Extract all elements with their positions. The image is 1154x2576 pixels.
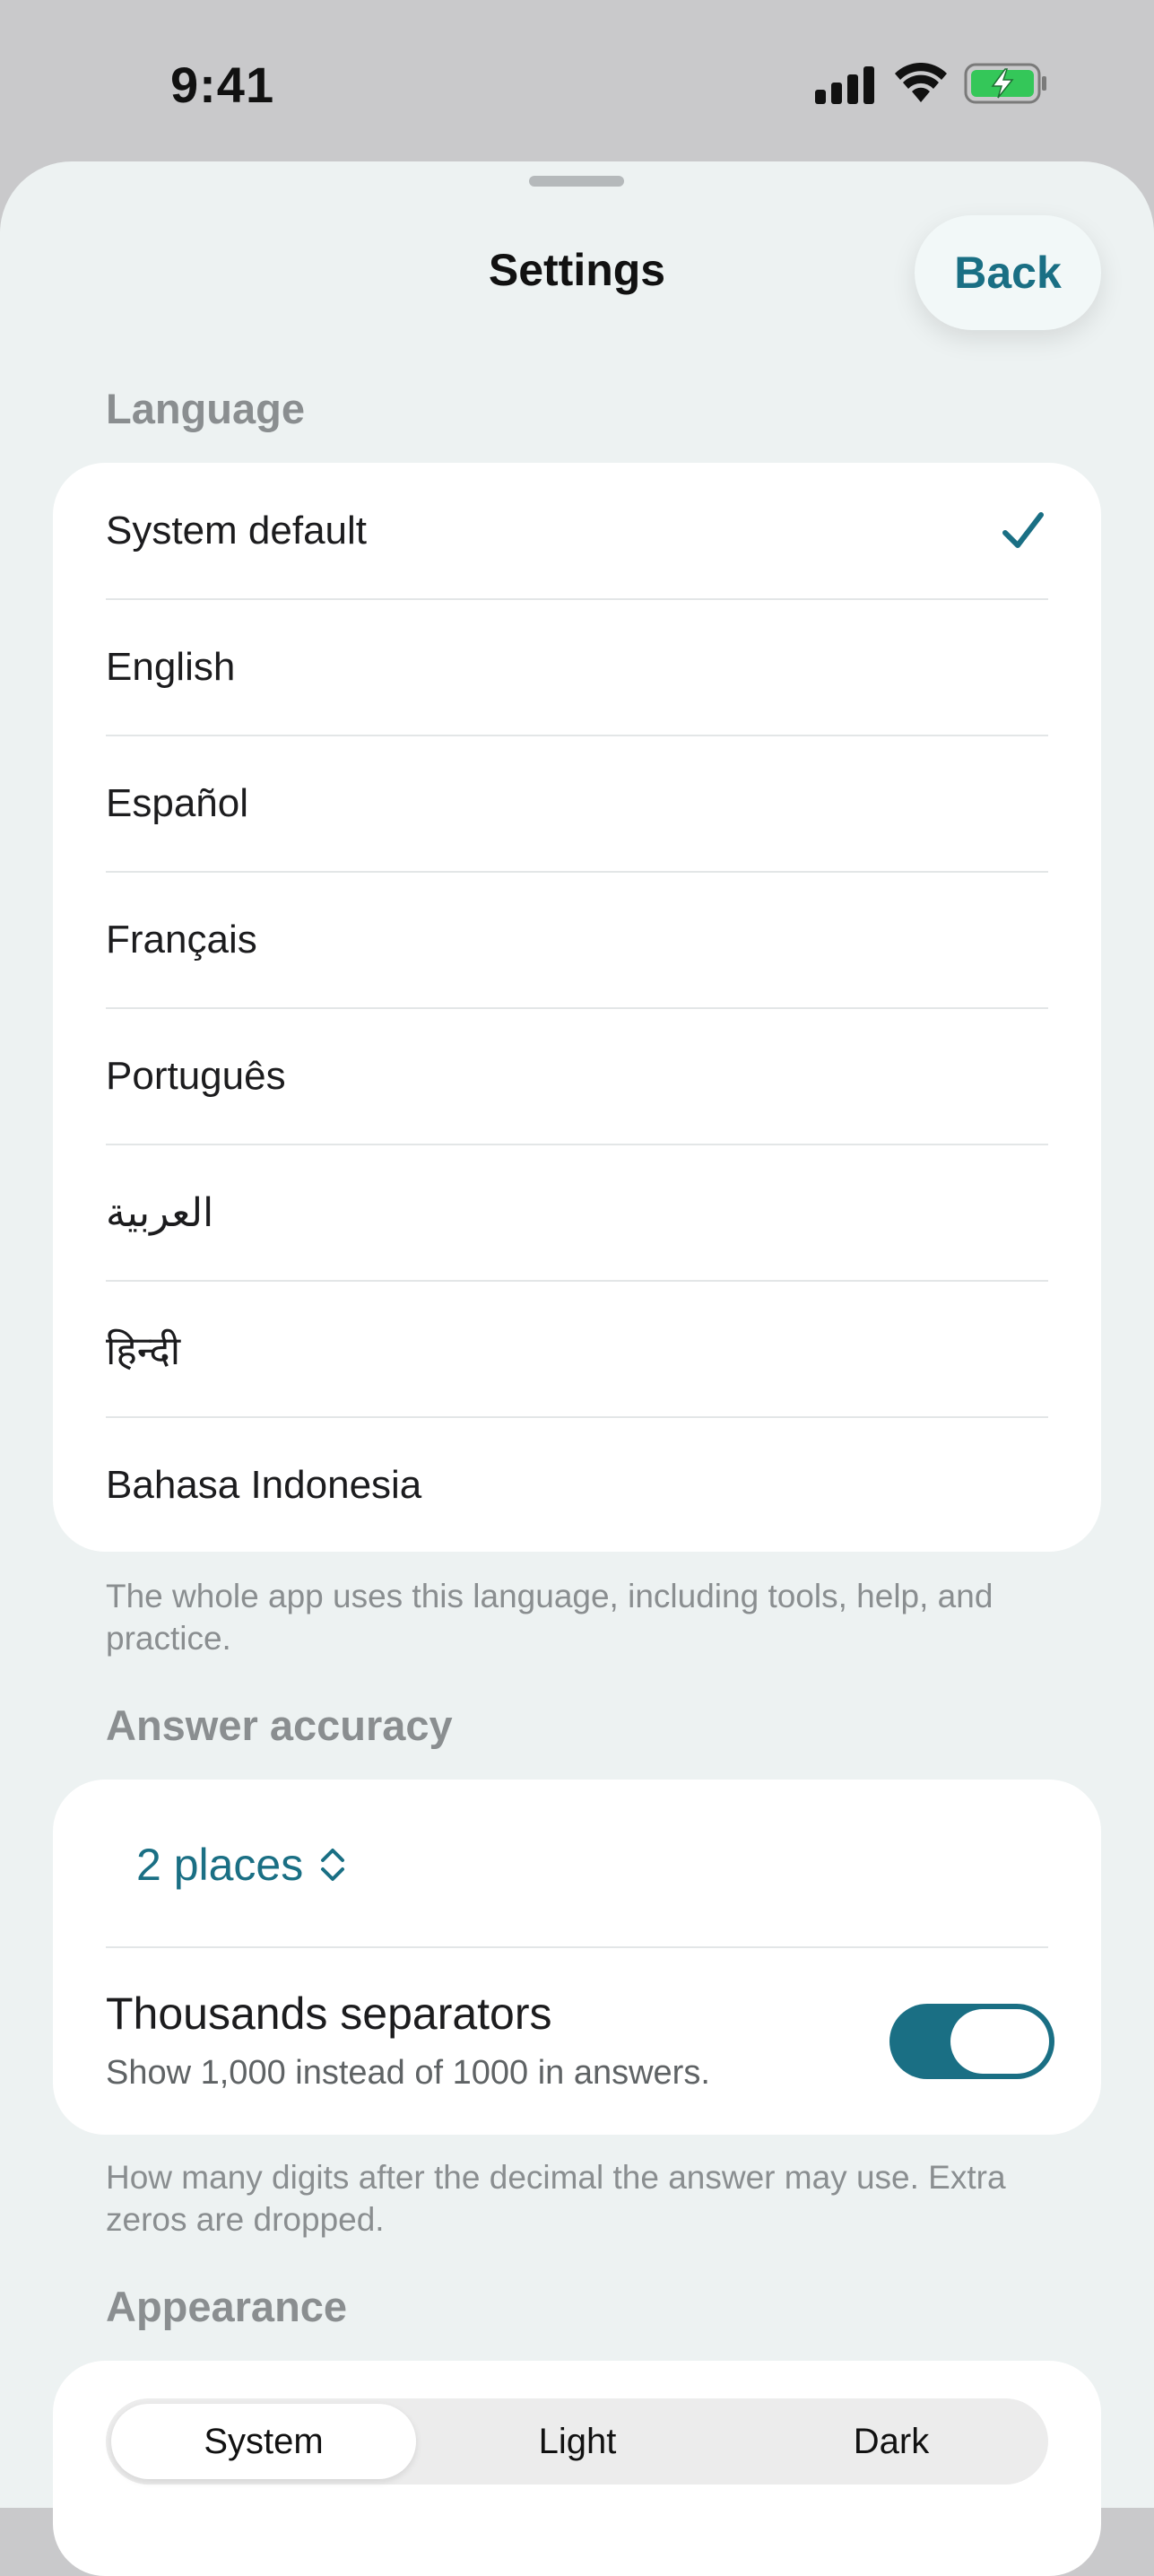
- accuracy-section-heading: Answer accuracy: [106, 1701, 453, 1749]
- checkmark-icon: [1002, 512, 1044, 548]
- appearance-option-dark[interactable]: Dark: [739, 2404, 1044, 2479]
- sheet-grabber[interactable]: [529, 176, 624, 187]
- language-card: System default English Español Français …: [53, 463, 1101, 1552]
- status-bar: 9:41: [0, 0, 1154, 161]
- language-footnote: The whole app uses this language, includ…: [106, 1578, 993, 1657]
- language-section-heading: Language: [106, 385, 305, 432]
- appearance-segmented-control: System Light Dark: [106, 2398, 1048, 2485]
- chevron-up-down-icon: [321, 1849, 345, 1881]
- wifi-icon: [895, 63, 947, 102]
- language-option-bahasa-indonesia[interactable]: Bahasa Indonesia: [106, 1417, 1048, 1553]
- language-option-system-default[interactable]: System default: [106, 463, 1048, 599]
- language-option-label: Bahasa Indonesia: [106, 1463, 422, 1507]
- settings-sheet: Settings Back Language System default En…: [0, 161, 1154, 2576]
- appearance-option-system[interactable]: System: [111, 2404, 416, 2479]
- language-option-francais[interactable]: Français: [106, 872, 1048, 1008]
- language-option-arabic[interactable]: العربية: [106, 1144, 1048, 1281]
- appearance-card: System Light Dark: [53, 2361, 1101, 2576]
- language-option-label: Português: [106, 1054, 286, 1098]
- language-option-label: Español: [106, 781, 249, 825]
- language-option-label: हिन्दी: [106, 1329, 181, 1373]
- thousands-separators-title: Thousands separators: [106, 1989, 552, 2039]
- language-option-label: Français: [106, 918, 257, 962]
- thousands-separators-toggle[interactable]: [889, 2004, 1054, 2079]
- language-option-portugues[interactable]: Português: [106, 1008, 1048, 1144]
- decimal-places-picker[interactable]: 2 places: [136, 1815, 346, 1914]
- language-option-label: العربية: [106, 1190, 214, 1235]
- divider: [106, 1946, 1048, 1948]
- accuracy-footnote: How many digits after the decimal the an…: [106, 2159, 1006, 2238]
- appearance-option-light[interactable]: Light: [425, 2404, 730, 2479]
- thousands-separators-subtitle: Show 1,000 instead of 1000 in answers.: [106, 2054, 710, 2092]
- status-time: 9:41: [170, 57, 275, 113]
- decimal-places-value: 2 places: [136, 1840, 304, 1890]
- accuracy-card: 2 places Thousands separators Show 1,000…: [53, 1780, 1101, 2135]
- toggle-knob: [950, 2009, 1049, 2074]
- language-option-english[interactable]: English: [106, 599, 1048, 735]
- language-option-hindi[interactable]: हिन्दी: [106, 1281, 1048, 1417]
- cellular-signal-icon: [815, 66, 874, 104]
- language-option-label: System default: [106, 509, 368, 553]
- language-option-label: English: [106, 645, 236, 689]
- back-button[interactable]: Back: [915, 215, 1101, 330]
- status-icons: [815, 61, 1048, 108]
- appearance-section-heading: Appearance: [106, 2283, 348, 2330]
- battery-charging-icon: [964, 63, 1046, 104]
- language-option-espanol[interactable]: Español: [106, 735, 1048, 872]
